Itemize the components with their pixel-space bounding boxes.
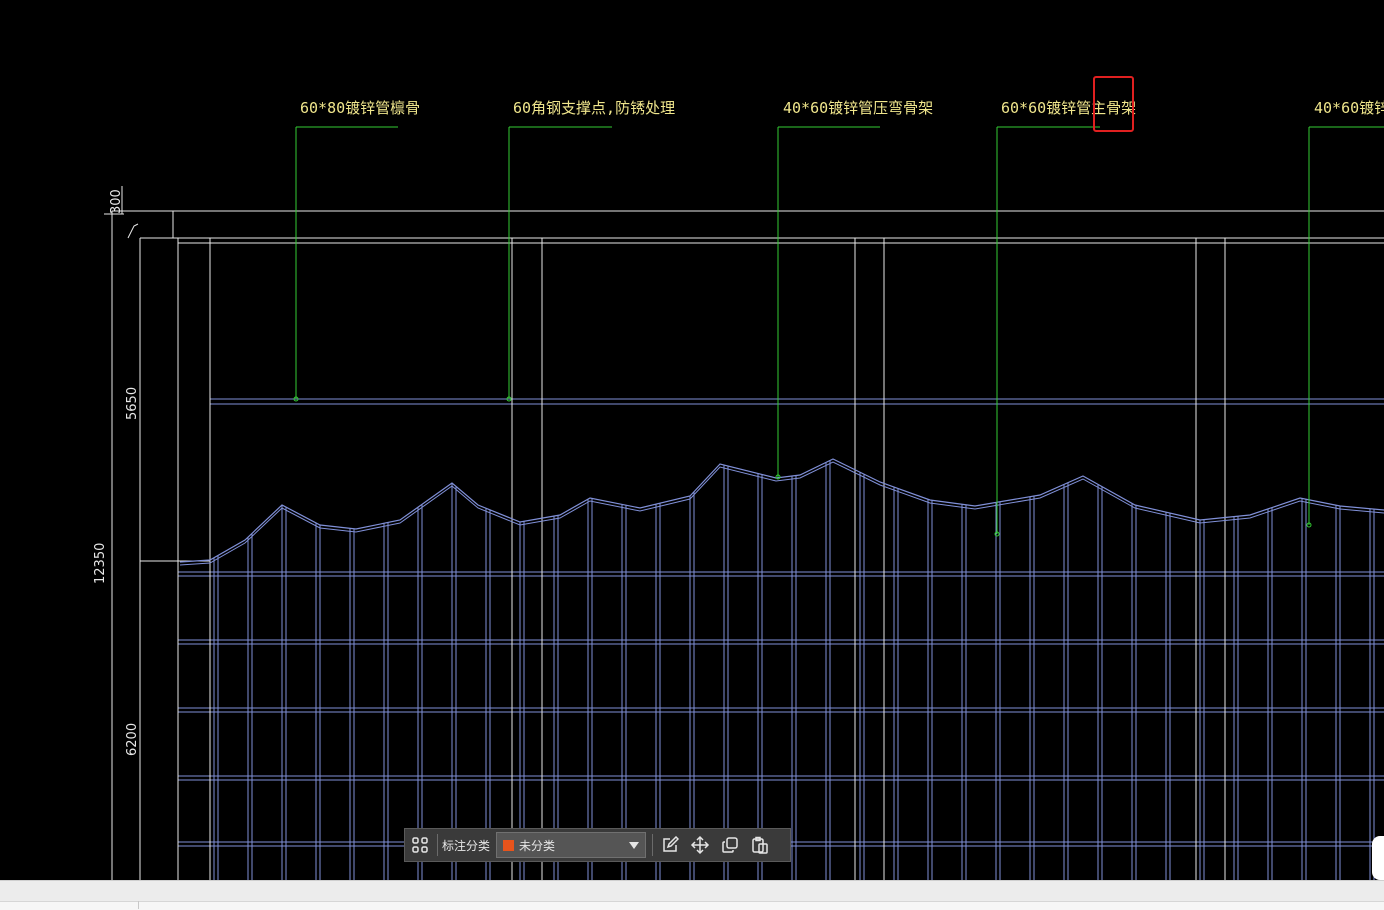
leader-layer — [293, 126, 1384, 537]
dimension-layer: 300 5650 12350 6200 — [93, 189, 140, 756]
chevron-down-icon — [629, 842, 640, 849]
dim-5650-label: 5650 — [125, 387, 140, 420]
copy-icon[interactable] — [715, 830, 745, 860]
annotation-label-4: 60*60镀锌管主骨架 — [1001, 99, 1136, 117]
annotation-label-2: 60角钢支撑点,防锈处理 — [513, 99, 675, 117]
edit-icon[interactable] — [655, 830, 685, 860]
category-select[interactable]: 未分类 — [496, 832, 647, 858]
paste-icon[interactable] — [745, 830, 775, 860]
dimension-arrow — [127, 223, 139, 239]
category-label: 标注分类 — [442, 838, 491, 853]
dim-6200-label: 6200 — [125, 723, 140, 756]
dim-12350-label: 12350 — [93, 543, 108, 584]
category-swatch — [503, 839, 515, 851]
move-icon[interactable] — [685, 830, 715, 860]
curve-layer — [179, 458, 1384, 566]
side-widget[interactable] — [1372, 836, 1384, 880]
annotation-label-3: 40*60镀锌管压弯骨架 — [783, 99, 933, 117]
roof-curve — [179, 458, 1384, 563]
annotation-labels: 60*80镀锌管檩骨 60角钢支撑点,防锈处理 40*60镀锌管压弯骨架 60*… — [300, 99, 1384, 117]
annotation-label-1: 60*80镀锌管檩骨 — [300, 99, 420, 117]
cad-drawing[interactable]: 300 5650 12350 6200 60*80镀锌管檩骨 60角钢支撑点,防… — [0, 0, 1384, 880]
annotation-label-5: 40*60镀锌 — [1314, 99, 1384, 117]
toolbar-separator — [652, 834, 654, 856]
cad-canvas[interactable]: 300 5650 12350 6200 60*80镀锌管檩骨 60角钢支撑点,防… — [0, 0, 1384, 880]
status-strip — [0, 901, 1384, 910]
category-value: 未分类 — [519, 838, 556, 853]
grid-icon[interactable] — [405, 830, 435, 860]
dim-300-label: 300 — [109, 189, 124, 214]
status-bar — [0, 880, 1384, 910]
grid-layer — [178, 460, 1384, 880]
toolbar-separator — [437, 834, 438, 856]
annotation-toolbar: 标注分类 未分类 — [404, 828, 791, 862]
